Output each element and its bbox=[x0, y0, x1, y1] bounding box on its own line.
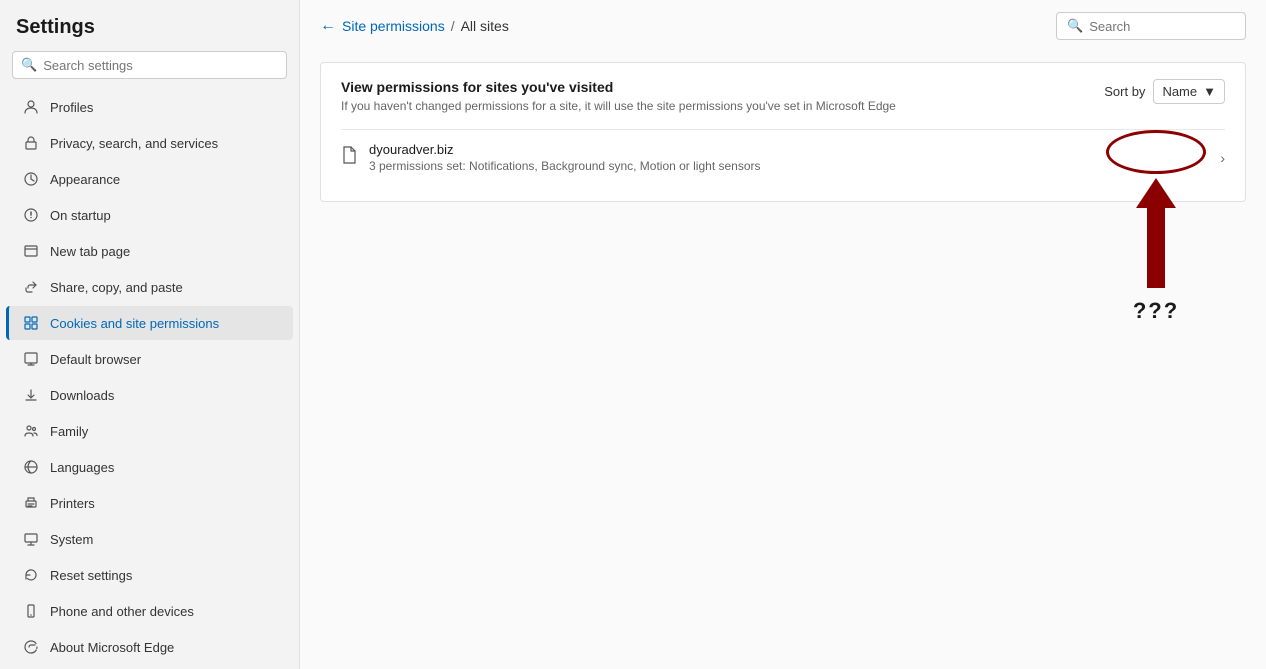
sidebar-label-cookies: Cookies and site permissions bbox=[50, 316, 219, 331]
site-info: dyouradver.biz 3 permissions set: Notifi… bbox=[369, 142, 1220, 173]
sidebar-item-printers[interactable]: Printers bbox=[6, 486, 293, 520]
sidebar-item-newtab[interactable]: New tab page bbox=[6, 234, 293, 268]
site-row[interactable]: dyouradver.biz 3 permissions set: Notifi… bbox=[341, 129, 1225, 185]
breadcrumb: ← Site permissions / All sites bbox=[320, 17, 509, 35]
header-search-input[interactable] bbox=[1089, 19, 1265, 34]
sort-value: Name bbox=[1162, 84, 1197, 99]
sidebar-label-phone: Phone and other devices bbox=[50, 604, 194, 619]
sidebar-label-reset: Reset settings bbox=[50, 568, 132, 583]
profiles-icon bbox=[22, 98, 40, 116]
system-icon bbox=[22, 530, 40, 548]
card-subtitle: If you haven't changed permissions for a… bbox=[341, 99, 896, 113]
languages-icon bbox=[22, 458, 40, 476]
cookies-icon bbox=[22, 314, 40, 332]
sort-dropdown[interactable]: Name ▼ bbox=[1153, 79, 1225, 104]
permissions-header-text: View permissions for sites you've visite… bbox=[341, 79, 896, 113]
sidebar-label-share: Share, copy, and paste bbox=[50, 280, 183, 295]
printers-icon bbox=[22, 494, 40, 512]
card-title: View permissions for sites you've visite… bbox=[341, 79, 896, 95]
permissions-header: View permissions for sites you've visite… bbox=[341, 79, 1225, 113]
sidebar-item-appearance[interactable]: Appearance bbox=[6, 162, 293, 196]
sidebar-item-cookies[interactable]: Cookies and site permissions bbox=[6, 306, 293, 340]
downloads-icon bbox=[22, 386, 40, 404]
appearance-icon bbox=[22, 170, 40, 188]
header-search-icon: 🔍 bbox=[1067, 18, 1083, 34]
sidebar-item-share[interactable]: Share, copy, and paste bbox=[6, 270, 293, 304]
sidebar-item-reset[interactable]: Reset settings bbox=[6, 558, 293, 592]
sidebar-label-downloads: Downloads bbox=[50, 388, 114, 403]
family-icon bbox=[22, 422, 40, 440]
default-browser-icon bbox=[22, 350, 40, 368]
page-header: ← Site permissions / All sites 🔍 bbox=[300, 0, 1266, 52]
search-settings-icon: 🔍 bbox=[21, 57, 37, 73]
sidebar-item-system[interactable]: System bbox=[6, 522, 293, 556]
breadcrumb-sep: / bbox=[451, 18, 455, 34]
sidebar-label-default-browser: Default browser bbox=[50, 352, 141, 367]
privacy-icon bbox=[22, 134, 40, 152]
sidebar: Settings 🔍 Profiles Privacy, search, and… bbox=[0, 0, 300, 669]
sidebar-label-languages: Languages bbox=[50, 460, 114, 475]
sidebar-label-profiles: Profiles bbox=[50, 100, 93, 115]
sidebar-label-family: Family bbox=[50, 424, 88, 439]
breadcrumb-current: All sites bbox=[461, 18, 509, 34]
sidebar-item-downloads[interactable]: Downloads bbox=[6, 378, 293, 412]
search-settings-box[interactable]: 🔍 bbox=[12, 51, 287, 79]
sidebar-item-family[interactable]: Family bbox=[6, 414, 293, 448]
sidebar-label-newtab: New tab page bbox=[50, 244, 130, 259]
site-desc: 3 permissions set: Notifications, Backgr… bbox=[369, 159, 1220, 173]
sidebar-label-about: About Microsoft Edge bbox=[50, 640, 174, 655]
sidebar-label-appearance: Appearance bbox=[50, 172, 120, 187]
sort-label: Sort by bbox=[1104, 84, 1145, 99]
permissions-card: View permissions for sites you've visite… bbox=[320, 62, 1246, 202]
sidebar-label-system: System bbox=[50, 532, 93, 547]
settings-title: Settings bbox=[0, 8, 299, 51]
sidebar-label-printers: Printers bbox=[50, 496, 95, 511]
sidebar-item-languages[interactable]: Languages bbox=[6, 450, 293, 484]
site-chevron-icon: › bbox=[1220, 150, 1225, 166]
back-button[interactable]: ← bbox=[320, 17, 336, 35]
sidebar-label-startup: On startup bbox=[50, 208, 111, 223]
main-content: ← Site permissions / All sites 🔍 View pe… bbox=[300, 0, 1266, 669]
site-file-icon bbox=[341, 146, 357, 169]
sidebar-label-privacy: Privacy, search, and services bbox=[50, 136, 218, 151]
sidebar-item-profiles[interactable]: Profiles bbox=[6, 90, 293, 124]
phone-icon bbox=[22, 602, 40, 620]
content-area: View permissions for sites you've visite… bbox=[300, 52, 1266, 669]
newtab-icon bbox=[22, 242, 40, 260]
breadcrumb-link[interactable]: Site permissions bbox=[342, 18, 445, 34]
chevron-down-icon: ▼ bbox=[1203, 84, 1216, 99]
sidebar-item-about[interactable]: About Microsoft Edge bbox=[6, 630, 293, 664]
search-settings-input[interactable] bbox=[43, 58, 278, 73]
reset-icon bbox=[22, 566, 40, 584]
edge-icon bbox=[22, 638, 40, 656]
sidebar-item-default-browser[interactable]: Default browser bbox=[6, 342, 293, 376]
header-search-box[interactable]: 🔍 bbox=[1056, 12, 1246, 40]
sidebar-item-phone[interactable]: Phone and other devices bbox=[6, 594, 293, 628]
site-name: dyouradver.biz bbox=[369, 142, 1220, 157]
startup-icon bbox=[22, 206, 40, 224]
sidebar-item-privacy[interactable]: Privacy, search, and services bbox=[6, 126, 293, 160]
sort-by-container: Sort by Name ▼ bbox=[1104, 79, 1225, 104]
share-icon bbox=[22, 278, 40, 296]
sidebar-item-startup[interactable]: On startup bbox=[6, 198, 293, 232]
